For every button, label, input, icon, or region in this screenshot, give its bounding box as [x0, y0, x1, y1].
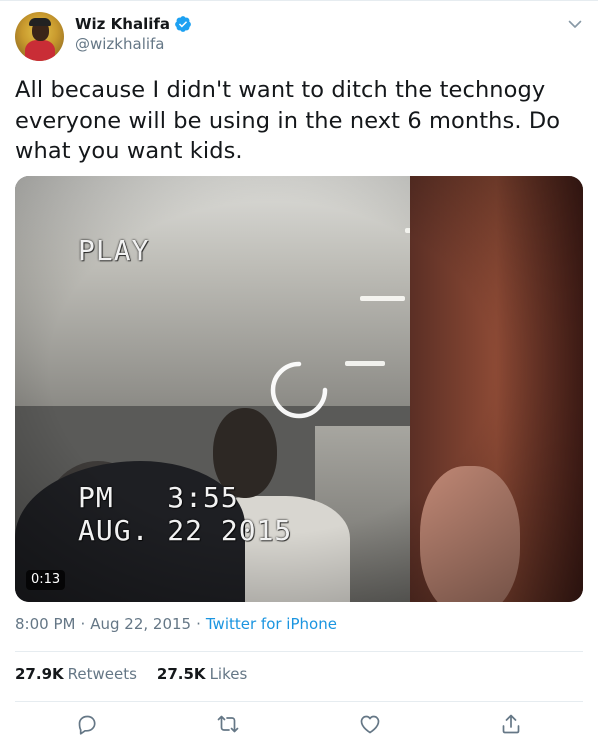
meta-separator: · — [196, 615, 201, 633]
tweet-card: Wiz Khalifa @wizkhalifa All because I di… — [0, 0, 598, 749]
share-icon[interactable] — [499, 712, 523, 736]
tweet-stats: 27.9K Retweets 27.5K Likes — [15, 665, 267, 683]
tweet-meta: 8:00 PM · Aug 22, 2015 · Twitter for iPh… — [15, 615, 337, 633]
meta-separator: · — [80, 615, 86, 633]
tweet-date[interactable]: Aug 22, 2015 — [90, 615, 191, 633]
likes-count: 27.5K — [156, 665, 206, 683]
likes-stat[interactable]: 27.5K Likes — [157, 665, 247, 683]
tweet-actions — [0, 712, 598, 740]
author-name-row[interactable]: Wiz Khalifa — [75, 14, 192, 34]
like-icon[interactable] — [358, 712, 382, 736]
retweets-stat[interactable]: 27.9K Retweets — [15, 665, 137, 683]
avatar-shirt — [25, 40, 55, 61]
vhs-play-overlay: PLAY — [78, 234, 150, 267]
display-name[interactable]: Wiz Khalifa — [75, 15, 170, 33]
avatar-cap — [29, 18, 51, 26]
tweet-time[interactable]: 8:00 PM — [15, 615, 75, 633]
video-player[interactable]: PLAY PM 3:55 AUG. 22 2015 0:13 — [15, 176, 583, 602]
vhs-time-overlay: PM 3:55 — [78, 481, 239, 514]
reply-icon[interactable] — [75, 712, 99, 736]
divider — [15, 651, 583, 652]
likes-label: Likes — [209, 665, 248, 683]
verified-badge-icon — [175, 16, 191, 32]
retweet-icon[interactable] — [216, 712, 240, 736]
user-handle[interactable]: @wizkhalifa — [75, 35, 165, 53]
avatar[interactable] — [15, 12, 64, 61]
video-duration: 0:13 — [26, 570, 66, 590]
tweet-source-link[interactable]: Twitter for iPhone — [206, 615, 337, 633]
loading-spinner-icon — [270, 361, 328, 419]
chevron-down-icon[interactable] — [567, 16, 583, 32]
vhs-date-overlay: AUG. 22 2015 — [78, 514, 293, 547]
retweets-label: Retweets — [67, 665, 137, 683]
tweet-text: All because I didn't want to ditch the t… — [15, 77, 561, 164]
divider — [15, 701, 583, 702]
retweets-count: 27.9K — [15, 665, 64, 683]
